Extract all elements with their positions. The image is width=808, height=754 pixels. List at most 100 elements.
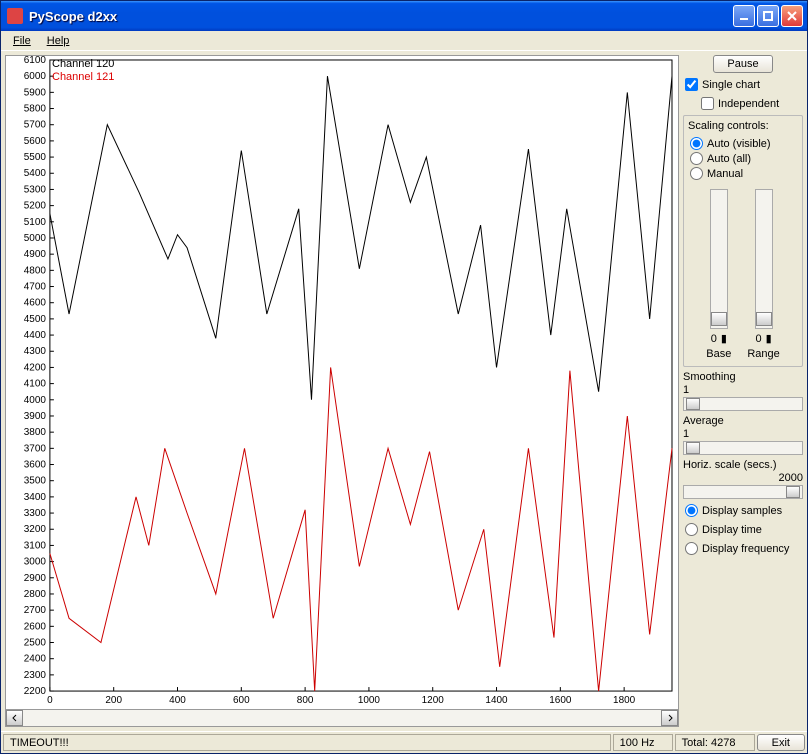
smoothing-thumb[interactable]	[686, 398, 700, 410]
base-slider-wrap: 0 ▮ Base	[706, 189, 731, 360]
side-panel: Pause Single chart Independent Scaling c…	[683, 55, 803, 727]
svg-text:200: 200	[105, 695, 122, 706]
svg-text:4800: 4800	[24, 265, 47, 276]
svg-text:3800: 3800	[24, 427, 47, 438]
base-slider-thumb[interactable]	[711, 312, 727, 326]
chart-column: 2200230024002500260027002800290030003100…	[5, 55, 679, 727]
svg-text:2500: 2500	[24, 638, 47, 649]
scaling-title: Scaling controls:	[688, 120, 798, 132]
svg-text:2900: 2900	[24, 573, 47, 584]
manual-input[interactable]	[690, 167, 703, 180]
range-label: Range	[747, 348, 779, 360]
svg-text:4600: 4600	[24, 298, 47, 309]
display-frequency-radio[interactable]: Display frequency	[683, 541, 803, 556]
horiz-slider[interactable]	[683, 485, 803, 499]
smoothing-value: 1	[683, 384, 803, 396]
smoothing-block: Smoothing 1	[683, 371, 803, 411]
range-slider-wrap: 0 ▮ Range	[747, 189, 779, 360]
menu-file[interactable]: File	[5, 33, 39, 49]
svg-text:3500: 3500	[24, 476, 47, 487]
svg-text:5300: 5300	[24, 184, 47, 195]
single-chart-label: Single chart	[702, 79, 760, 91]
svg-text:2800: 2800	[24, 589, 47, 600]
svg-text:2700: 2700	[24, 605, 47, 616]
menu-help[interactable]: Help	[39, 33, 78, 49]
average-block: Average 1	[683, 415, 803, 455]
display-time-radio[interactable]: Display time	[683, 522, 803, 537]
display-samples-radio[interactable]: Display samples	[683, 503, 803, 518]
horiz-block: Horiz. scale (secs.) 2000	[683, 459, 803, 499]
average-label: Average	[683, 415, 803, 427]
smoothing-slider[interactable]	[683, 397, 803, 411]
status-timeout: TIMEOUT!!!	[3, 734, 611, 751]
svg-text:5400: 5400	[24, 168, 47, 179]
independent-input[interactable]	[701, 97, 714, 110]
independent-label: Independent	[718, 98, 779, 110]
auto-all-radio[interactable]: Auto (all)	[688, 151, 798, 166]
scroll-track[interactable]	[23, 710, 661, 726]
status-hz: 100 Hz	[613, 734, 673, 751]
close-button[interactable]	[781, 5, 803, 27]
base-tick-icon: ▮	[721, 332, 727, 345]
svg-text:600: 600	[233, 695, 250, 706]
single-chart-input[interactable]	[685, 78, 698, 91]
legend-series-1: Channel 120	[52, 58, 114, 71]
independent-checkbox[interactable]: Independent	[683, 96, 803, 111]
scroll-right-button[interactable]	[661, 710, 678, 726]
display-time-input[interactable]	[685, 523, 698, 536]
display-samples-input[interactable]	[685, 504, 698, 517]
statusbar: TIMEOUT!!! 100 Hz Total: 4278 Exit	[1, 731, 807, 753]
minimize-button[interactable]	[733, 5, 755, 27]
single-chart-checkbox[interactable]: Single chart	[683, 77, 803, 92]
svg-text:1600: 1600	[549, 695, 572, 706]
svg-text:6000: 6000	[24, 71, 47, 82]
average-value: 1	[683, 428, 803, 440]
svg-text:3900: 3900	[24, 411, 47, 422]
svg-text:1000: 1000	[358, 695, 381, 706]
chart-svg: 2200230024002500260027002800290030003100…	[6, 56, 678, 709]
svg-text:800: 800	[297, 695, 314, 706]
svg-text:0: 0	[47, 695, 53, 706]
range-value: 0	[755, 333, 761, 345]
svg-text:4400: 4400	[24, 330, 47, 341]
average-slider[interactable]	[683, 441, 803, 455]
svg-text:3600: 3600	[24, 460, 47, 471]
range-slider-thumb[interactable]	[756, 312, 772, 326]
maximize-button[interactable]	[757, 5, 779, 27]
horiz-value: 2000	[683, 472, 803, 484]
horiz-thumb[interactable]	[786, 486, 800, 498]
scaling-group: Scaling controls: Auto (visible) Auto (a…	[683, 115, 803, 367]
chevron-right-icon	[666, 714, 674, 722]
svg-text:4000: 4000	[24, 395, 47, 406]
base-slider[interactable]	[710, 189, 728, 329]
range-slider[interactable]	[755, 189, 773, 329]
auto-visible-radio[interactable]: Auto (visible)	[688, 136, 798, 151]
client-area: 2200230024002500260027002800290030003100…	[1, 51, 807, 731]
maximize-icon	[762, 10, 774, 22]
svg-text:2200: 2200	[24, 686, 47, 697]
horizontal-scrollbar[interactable]	[5, 710, 679, 727]
svg-text:1200: 1200	[422, 695, 445, 706]
svg-text:400: 400	[169, 695, 186, 706]
base-label: Base	[706, 348, 731, 360]
svg-text:4100: 4100	[24, 379, 47, 390]
scroll-left-button[interactable]	[6, 710, 23, 726]
menubar: File Help	[1, 31, 807, 51]
svg-text:5200: 5200	[24, 201, 47, 212]
average-thumb[interactable]	[686, 442, 700, 454]
manual-radio[interactable]: Manual	[688, 166, 798, 181]
pause-button[interactable]: Pause	[713, 55, 773, 73]
svg-text:5100: 5100	[24, 217, 47, 228]
auto-all-input[interactable]	[690, 152, 703, 165]
svg-text:4700: 4700	[24, 282, 47, 293]
svg-text:5600: 5600	[24, 136, 47, 147]
exit-button[interactable]: Exit	[757, 734, 805, 751]
svg-text:3100: 3100	[24, 540, 47, 551]
close-icon	[786, 10, 798, 22]
chart-area: 2200230024002500260027002800290030003100…	[5, 55, 679, 710]
svg-text:2300: 2300	[24, 670, 47, 681]
display-time-label: Display time	[702, 524, 762, 536]
auto-visible-input[interactable]	[690, 137, 703, 150]
display-frequency-input[interactable]	[685, 542, 698, 555]
svg-text:4500: 4500	[24, 314, 47, 325]
